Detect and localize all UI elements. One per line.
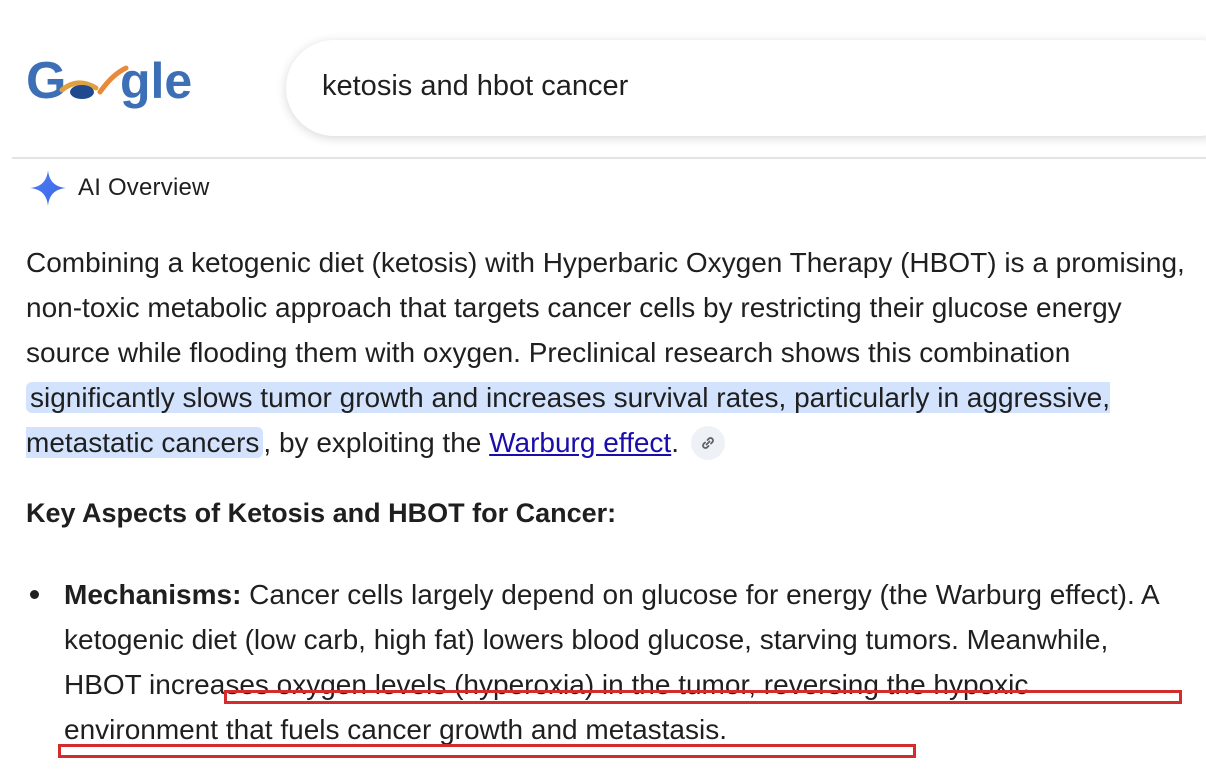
google-doodle-logo[interactable]: G gle (26, 52, 206, 122)
red-annotation-underline-1 (224, 690, 1182, 704)
ai-overview-summary: Combining a ketogenic diet (ketosis) wit… (26, 240, 1206, 465)
summary-mid-text: , by exploiting the (263, 427, 490, 458)
bullet-dot (30, 590, 39, 599)
header-divider (12, 157, 1206, 159)
ai-overview-heading: AI Overview (28, 164, 210, 212)
red-annotation-underline-2 (58, 744, 916, 758)
search-input[interactable]: ketosis and hbot cancer (286, 40, 1206, 136)
source-link-button[interactable] (691, 425, 725, 460)
key-aspects-list: Mechanisms: Cancer cells largely depend … (0, 572, 1206, 752)
ai-overview-label: AI Overview (78, 174, 210, 201)
list-item-mechanisms: Mechanisms: Cancer cells largely depend … (0, 572, 1206, 752)
search-query-text: ketosis and hbot cancer (322, 70, 629, 102)
summary-lead-text: Combining a ketogenic diet (ketosis) wit… (26, 247, 1185, 368)
search-header: G gle ketosis and hbot cancer (0, 0, 1206, 158)
summary-end-text: . (671, 427, 679, 458)
key-aspects-heading: Key Aspects of Ketosis and HBOT for Canc… (26, 498, 617, 528)
bullet-text-annotated: HBOT increases oxygen levels (hyperoxia)… (64, 669, 1029, 745)
sparkle-icon (28, 168, 68, 208)
bullet-text-end: . (719, 714, 728, 745)
bullet-term: Mechanisms: (64, 579, 242, 610)
warburg-effect-link[interactable]: Warburg effect (489, 427, 671, 458)
svg-text:gle: gle (120, 53, 192, 109)
logo-g-letter: G (26, 52, 66, 110)
